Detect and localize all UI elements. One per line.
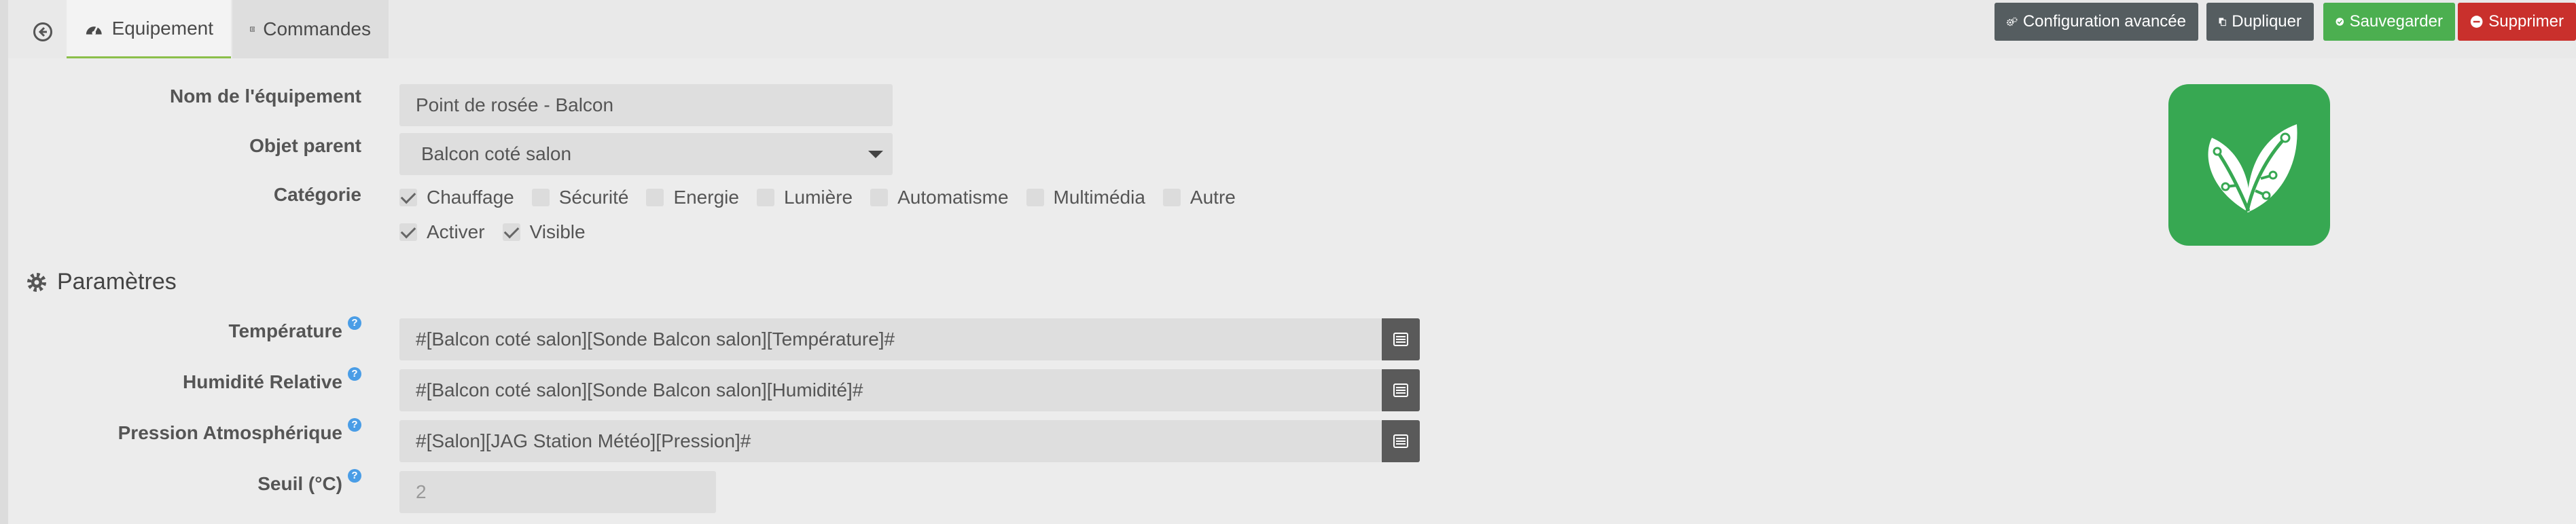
category-multimedia[interactable]: Multimédia bbox=[1026, 187, 1145, 208]
help-icon[interactable]: ? bbox=[348, 316, 361, 330]
tab-equipement[interactable]: Equipement bbox=[67, 0, 231, 58]
humidity-input[interactable]: #[Balcon coté salon][Sonde Balcon salon]… bbox=[399, 369, 1382, 411]
checkbox[interactable] bbox=[531, 189, 550, 206]
category-label-securite: Sécurité bbox=[558, 187, 629, 208]
category-autre[interactable]: Autre bbox=[1162, 187, 1236, 208]
delete-label: Supprimer bbox=[2488, 12, 2564, 31]
pressure-select-button[interactable] bbox=[1382, 420, 1420, 462]
checkbox-checked[interactable] bbox=[399, 223, 417, 241]
temperature-label-text: Température bbox=[228, 320, 342, 341]
temperature-select-button[interactable] bbox=[1382, 318, 1420, 360]
humidity-label-text: Humidité Relative bbox=[183, 371, 342, 392]
equipment-name-label: Nom de l'équipement bbox=[169, 86, 361, 107]
category-securite[interactable]: Sécurité bbox=[531, 187, 629, 208]
category-energie[interactable]: Energie bbox=[646, 187, 739, 208]
category-automatisme[interactable]: Automatisme bbox=[870, 187, 1009, 208]
humidity-label: Humidité Relative? bbox=[8, 367, 361, 393]
copy-icon bbox=[2219, 18, 2226, 26]
save-button[interactable]: Sauvegarder bbox=[2323, 3, 2455, 41]
parameters-section-title: Paramètres bbox=[26, 269, 177, 295]
threshold-label-text: Seuil (°C) bbox=[257, 473, 342, 494]
category-checkboxes: Chauffage Sécurité Energie Lumière Autom… bbox=[399, 187, 1253, 208]
arrow-left-circle-icon bbox=[33, 22, 52, 41]
category-label-energie: Energie bbox=[673, 187, 739, 208]
tab-commandes-label: Commandes bbox=[263, 18, 371, 39]
category-label-automatisme: Automatisme bbox=[897, 187, 1009, 208]
category-label-multimedia: Multimédia bbox=[1053, 187, 1145, 208]
checkbox[interactable] bbox=[870, 189, 889, 206]
option-visible[interactable]: Visible bbox=[502, 221, 586, 243]
category-chauffage[interactable]: Chauffage bbox=[399, 187, 514, 208]
advanced-config-label: Configuration avancée bbox=[2022, 12, 2186, 31]
checkbox[interactable] bbox=[756, 189, 774, 206]
tab-commandes[interactable]: Commandes bbox=[232, 0, 389, 58]
threshold-label: Seuil (°C)? bbox=[8, 469, 361, 495]
category-label: Catégorie bbox=[273, 184, 361, 205]
parent-object-label: Objet parent bbox=[249, 135, 361, 156]
pressure-input[interactable]: #[Salon][JAG Station Météo][Pression]# bbox=[399, 420, 1382, 462]
option-checkboxes: Activer Visible bbox=[399, 221, 603, 243]
duplicate-button[interactable]: Dupliquer bbox=[2206, 3, 2314, 41]
option-label-visible: Visible bbox=[529, 221, 586, 242]
parameters-title-text: Paramètres bbox=[57, 269, 177, 295]
category-label-chauffage: Chauffage bbox=[427, 187, 514, 208]
help-icon[interactable]: ? bbox=[348, 418, 361, 432]
equipment-name-input[interactable]: Point de rosée - Balcon bbox=[399, 84, 893, 126]
list-icon bbox=[250, 26, 255, 32]
temperature-input[interactable]: #[Balcon coté salon][Sonde Balcon salon]… bbox=[399, 318, 1382, 360]
save-label: Sauvegarder bbox=[2349, 12, 2443, 31]
plant-leaves-icon bbox=[2168, 84, 2330, 246]
checkbox[interactable] bbox=[1162, 189, 1181, 206]
checkbox[interactable] bbox=[1026, 189, 1044, 206]
checkbox-checked[interactable] bbox=[502, 223, 520, 241]
leaves-icon bbox=[2208, 124, 2297, 212]
chevron-down-icon bbox=[868, 151, 883, 158]
humidity-select-button[interactable] bbox=[1382, 369, 1420, 411]
cogs-icon bbox=[2007, 17, 2018, 26]
delete-button[interactable]: Supprimer bbox=[2458, 3, 2576, 41]
option-activer[interactable]: Activer bbox=[399, 221, 485, 243]
parent-object-select[interactable]: Balcon coté salon bbox=[399, 133, 893, 175]
category-label-autre: Autre bbox=[1189, 187, 1236, 208]
temperature-label: Température? bbox=[8, 316, 361, 342]
gear-icon bbox=[27, 272, 46, 292]
category-label-lumiere: Lumière bbox=[783, 187, 853, 208]
threshold-input[interactable]: 2 bbox=[399, 471, 716, 513]
help-icon[interactable]: ? bbox=[348, 469, 361, 483]
parent-object-value: Balcon coté salon bbox=[421, 143, 572, 164]
pressure-label: Pression Atmosphérique? bbox=[8, 418, 361, 444]
advanced-config-button[interactable]: Configuration avancée bbox=[1994, 3, 2198, 41]
help-icon[interactable]: ? bbox=[348, 367, 361, 381]
list-alt-icon bbox=[1393, 434, 1408, 448]
left-edge bbox=[0, 0, 8, 524]
category-lumiere[interactable]: Lumière bbox=[756, 187, 853, 208]
tab-equipement-label: Equipement bbox=[111, 17, 213, 39]
back-button[interactable] bbox=[27, 16, 58, 48]
dashboard-icon bbox=[86, 24, 102, 35]
list-alt-icon bbox=[1393, 333, 1408, 346]
pressure-label-text: Pression Atmosphérique bbox=[118, 422, 342, 443]
list-alt-icon bbox=[1393, 383, 1408, 397]
check-circle-icon bbox=[2336, 18, 2344, 26]
option-label-activer: Activer bbox=[427, 221, 485, 242]
duplicate-label: Dupliquer bbox=[2232, 12, 2302, 31]
checkbox-checked[interactable] bbox=[399, 189, 417, 206]
minus-circle-icon bbox=[2470, 16, 2483, 28]
checkbox[interactable] bbox=[646, 189, 664, 206]
